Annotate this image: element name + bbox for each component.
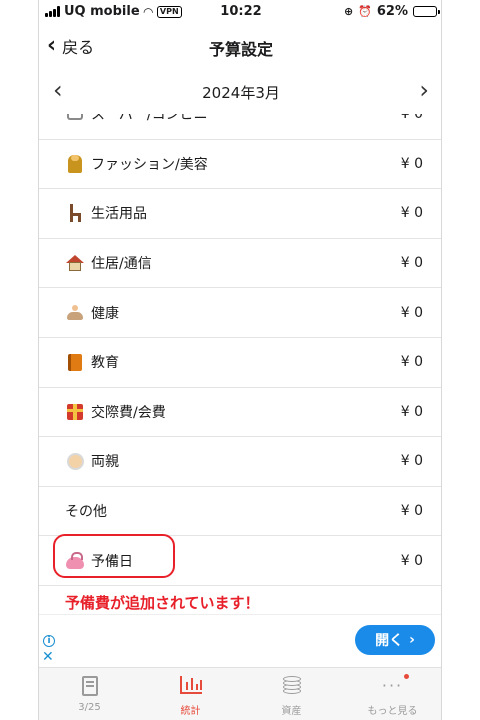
close-icon[interactable]: ✕ [42, 649, 54, 665]
grandmother-face-icon [65, 451, 85, 471]
budget-category-name: スーパー/コンビニ [91, 114, 208, 124]
tab-label: もっと見る [367, 706, 418, 717]
purse-icon [65, 551, 85, 571]
budget-category-name: 交際費/会費 [91, 404, 166, 421]
budget-row[interactable]: その他 ¥ 0 [39, 487, 441, 537]
tab-assets[interactable]: 資産 [241, 668, 342, 720]
notebook-icon [81, 676, 98, 696]
budget-row[interactable]: 予備日 ¥ 0 [39, 536, 441, 586]
alarm-icon: ⏰ [358, 5, 372, 18]
budget-category-name: その他 [65, 504, 107, 521]
budget-row[interactable]: 両親 ¥ 0 [39, 437, 441, 487]
chevron-right-icon: › [409, 632, 415, 648]
tab-label: 資産 [281, 706, 302, 717]
app-frame: UQ mobile ◠ VPN 10:22 ⊕ ⏰ 62% ‹ 戻る 予算設定 … [38, 0, 442, 720]
more-dots-icon: ··· [382, 674, 410, 695]
budget-row[interactable]: 教育 ¥ 0 [39, 338, 441, 388]
budget-category-name: 住居/通信 [91, 256, 152, 273]
budget-amount: ¥ 0 [400, 552, 423, 569]
tab-label: 統計 [180, 706, 201, 717]
budget-row[interactable]: 住居/通信 ¥ 0 [39, 239, 441, 289]
budget-amount: ¥ 0 [400, 403, 423, 420]
budget-row[interactable]: スーパー/コンビニ ¥ 0 [39, 114, 441, 140]
budget-row[interactable]: 健康 ¥ 0 [39, 288, 441, 338]
budget-amount: ¥ 0 [400, 503, 423, 520]
bar-chart-icon [179, 676, 202, 694]
next-month-button[interactable]: › [419, 76, 429, 104]
orientation-lock-icon: ⊕ [343, 5, 354, 18]
battery-percent: 62% [376, 4, 408, 19]
budget-list[interactable]: スーパー/コンビニ ¥ 0 ファッション/美容 ¥ 0 生活用品 ¥ 0 住居/… [39, 114, 441, 614]
budget-rows: スーパー/コンビニ ¥ 0 ファッション/美容 ¥ 0 生活用品 ¥ 0 住居/… [39, 114, 441, 586]
budget-category-name: 予備日 [91, 553, 133, 570]
status-right: ⊕ ⏰ 62% [343, 4, 440, 19]
budget-amount: ¥ 0 [400, 155, 423, 172]
status-bar: UQ mobile ◠ VPN 10:22 ⊕ ⏰ 62% [39, 0, 441, 24]
budget-amount: ¥ 0 [400, 304, 423, 321]
tab-calendar[interactable]: 3/25 [39, 668, 140, 720]
house-icon [65, 253, 85, 273]
tab-more[interactable]: ··· もっと見る [342, 668, 441, 720]
budget-row[interactable]: 生活用品 ¥ 0 [39, 189, 441, 239]
meditation-icon [65, 303, 85, 323]
info-icon[interactable]: i [43, 635, 55, 647]
ad-open-button[interactable]: 開く › [355, 625, 435, 655]
chair-icon [65, 203, 85, 223]
ad-open-label: 開く [375, 633, 404, 649]
annotation-text: 予備費が追加されています！ [65, 594, 260, 612]
budget-amount: ¥ 0 [400, 453, 423, 470]
budget-category-name: 両親 [91, 454, 119, 471]
cart-icon [65, 114, 85, 124]
budget-row[interactable]: 交際費/会費 ¥ 0 [39, 388, 441, 438]
book-icon [65, 352, 85, 372]
budget-category-name: 教育 [91, 355, 119, 372]
kimono-icon [65, 154, 85, 174]
budget-category-name: 生活用品 [91, 206, 147, 223]
month-selector: ‹ 2024年3月 › [39, 70, 441, 112]
battery-icon [413, 6, 440, 17]
tab-statistics[interactable]: 統計 [140, 668, 241, 720]
budget-row[interactable]: ファッション/美容 ¥ 0 [39, 140, 441, 190]
ad-banner: i ✕ 開く › [39, 614, 441, 666]
tab-bar: 3/25 統計 資産 ··· もっと見る [39, 667, 441, 720]
budget-amount: ¥ 0 [400, 354, 423, 371]
budget-category-name: ファッション/美容 [91, 156, 208, 173]
budget-amount: ¥ 0 [400, 255, 423, 272]
gift-icon [65, 402, 85, 422]
budget-amount: ¥ 0 [400, 114, 423, 123]
notification-badge [404, 674, 410, 679]
navigation-bar: ‹ 戻る 予算設定 [39, 24, 441, 68]
tab-label: 3/25 [78, 702, 101, 713]
month-label: 2024年3月 [202, 84, 280, 102]
budget-amount: ¥ 0 [400, 205, 423, 222]
budget-category-name: 健康 [91, 305, 119, 322]
coins-icon [281, 676, 303, 694]
page-title: 予算設定 [208, 40, 273, 59]
